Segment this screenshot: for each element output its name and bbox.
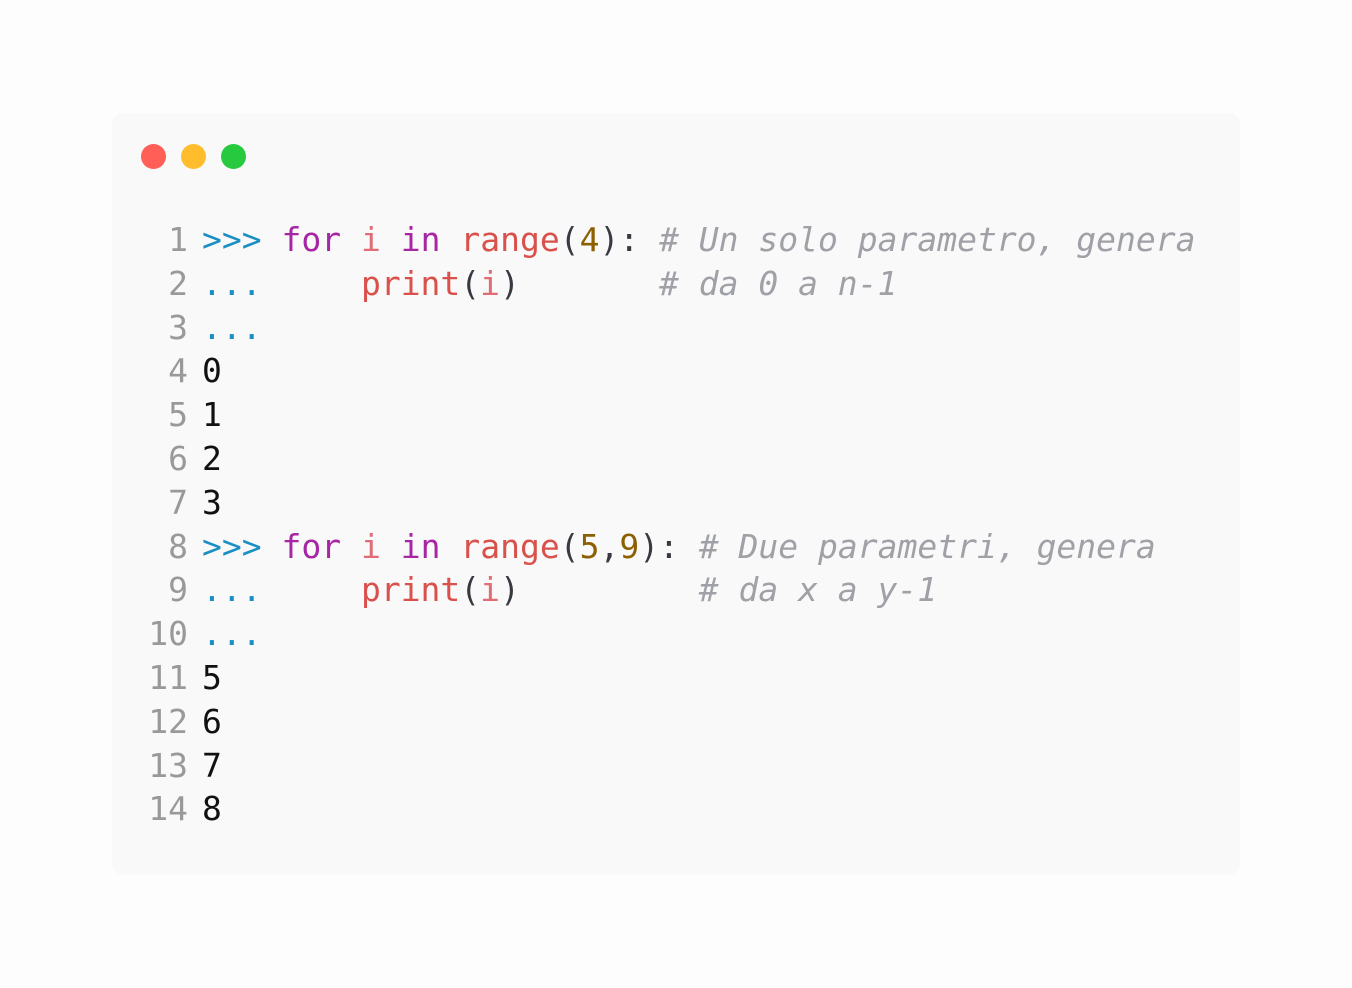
code-token-builtin: print bbox=[360, 263, 461, 303]
code-token-output: 6 bbox=[202, 701, 222, 741]
code-line: 11 5 bbox=[112, 656, 1196, 700]
code-token-prompt: ... bbox=[202, 263, 262, 303]
line-number: 8 bbox=[168, 526, 188, 566]
code-token-keyword: in bbox=[400, 220, 441, 259]
code-token-output: 1 bbox=[202, 395, 222, 435]
code-line: 3... bbox=[112, 306, 1196, 350]
code-line: 13 7 bbox=[112, 744, 1196, 788]
code-token-prompt: >>> bbox=[202, 526, 262, 566]
code-token-punct: ): bbox=[639, 526, 679, 566]
line-number: 10 bbox=[148, 614, 188, 654]
code-token-builtin: print bbox=[360, 570, 461, 610]
code-token-output: 0 bbox=[202, 351, 222, 391]
code-token-comment: # Un solo parametro, genera bbox=[659, 220, 1196, 259]
code-line: 14 8 bbox=[112, 787, 1196, 831]
code-window: 1 >>> for i in range(4): # Un solo parame… bbox=[112, 113, 1240, 875]
code-token-output: 2 bbox=[202, 438, 222, 478]
line-number: 7 bbox=[168, 482, 188, 522]
maximize-window-button[interactable] bbox=[221, 144, 246, 169]
code-line: 40 bbox=[112, 349, 1196, 393]
code-token-num: 5 bbox=[579, 526, 600, 566]
code-token-keyword: in bbox=[400, 526, 441, 566]
line-number: 1 bbox=[168, 220, 188, 259]
code-token-var: i bbox=[360, 526, 381, 566]
code-token-output: 7 bbox=[202, 745, 222, 785]
code-line: 51 bbox=[112, 393, 1196, 437]
line-number: 14 bbox=[148, 789, 188, 829]
code-line: 10... bbox=[112, 612, 1196, 656]
code-token-comment: # Due parametri, genera bbox=[698, 526, 1156, 566]
code-token-keyword: for bbox=[281, 526, 342, 566]
line-number: 11 bbox=[148, 657, 188, 697]
code-line: 73 bbox=[112, 481, 1196, 525]
code-line: 9... print(i) # da x a y-1 bbox=[112, 568, 1196, 612]
line-number: 5 bbox=[168, 395, 188, 435]
code-token-output: 8 bbox=[202, 789, 222, 829]
code-token-keyword: for bbox=[281, 220, 342, 259]
code-token-punct: , bbox=[599, 526, 620, 566]
line-number: 3 bbox=[168, 307, 188, 347]
line-number: 9 bbox=[168, 570, 188, 610]
code-line: 2... print(i) # da 0 a n-1 bbox=[112, 262, 1196, 306]
close-window-button[interactable] bbox=[141, 144, 166, 169]
code-token-prompt: >>> bbox=[202, 220, 262, 259]
code-token-comment: # da 0 a n-1 bbox=[659, 263, 898, 303]
line-number: 2 bbox=[168, 263, 188, 303]
line-number: 6 bbox=[168, 438, 188, 478]
code-token-comment: # da x a y-1 bbox=[698, 570, 938, 610]
code-line: 1 >>> for i in range(4): # Un solo parame… bbox=[112, 218, 1196, 262]
line-number: 4 bbox=[168, 351, 188, 391]
code-line: 8 >>> for i in range(5, 9): # Due parametr… bbox=[112, 525, 1196, 569]
line-number: 13 bbox=[148, 745, 188, 785]
code-block: 1 >>> for i in range(4): # Un solo parame… bbox=[112, 218, 1196, 831]
line-number: 12 bbox=[148, 701, 188, 741]
code-token-prompt: ... bbox=[202, 307, 262, 347]
code-token-punct: ) bbox=[500, 263, 520, 303]
code-token-punct: ( bbox=[559, 526, 580, 566]
code-token-var: i bbox=[360, 220, 381, 259]
code-token-num: 9 bbox=[619, 526, 640, 566]
code-token-punct: ( bbox=[559, 220, 580, 259]
code-token-prompt: ... bbox=[202, 614, 262, 654]
code-token-builtin: range bbox=[460, 220, 560, 259]
code-line: 62 bbox=[112, 437, 1196, 481]
code-token-var: i bbox=[480, 570, 501, 610]
code-token-var: i bbox=[480, 263, 501, 303]
code-token-builtin: range bbox=[460, 526, 560, 566]
code-token-prompt: ... bbox=[202, 570, 262, 610]
code-token-punct: ( bbox=[460, 570, 481, 610]
minimize-window-button[interactable] bbox=[181, 144, 206, 169]
code-token-punct: ): bbox=[599, 220, 640, 259]
code-token-punct: ) bbox=[500, 570, 520, 610]
code-token-punct: ( bbox=[460, 263, 481, 303]
code-line: 12 6 bbox=[112, 700, 1196, 744]
code-token-num: 4 bbox=[579, 220, 600, 259]
code-token-output: 5 bbox=[202, 657, 222, 697]
code-token-output: 3 bbox=[202, 482, 222, 522]
